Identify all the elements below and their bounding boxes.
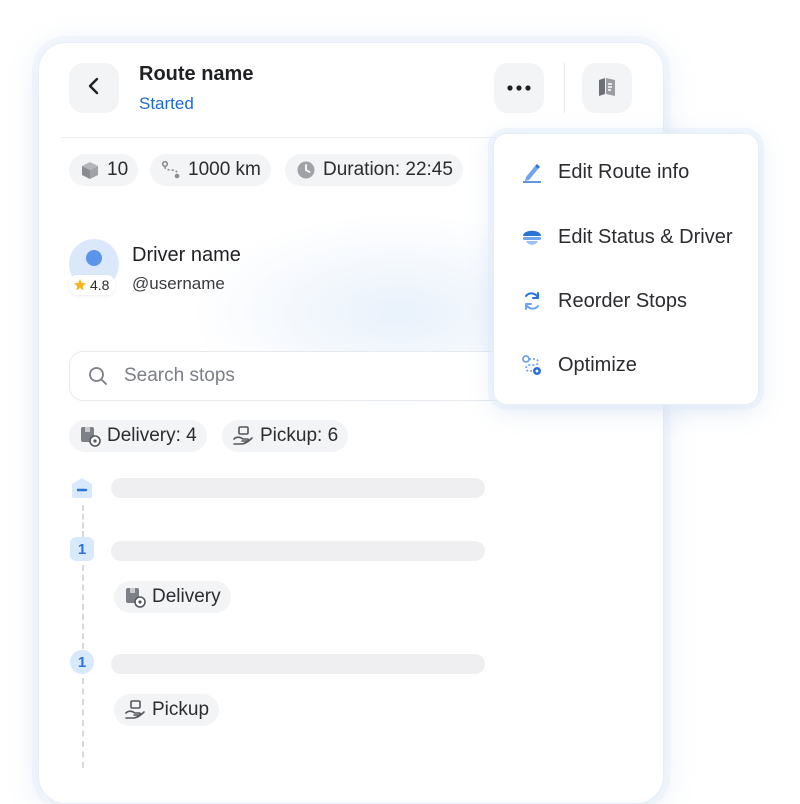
driver-rating: 4.8 [69,275,116,295]
menu-item-label: Optimize [558,353,637,376]
driver-username: @username [132,274,225,293]
delivery-box-icon [124,586,146,608]
stop-number-badge: 1 [70,650,94,674]
delivery-filter-chip[interactable]: Delivery: 4 [69,420,207,452]
route-optimize-icon [520,353,544,377]
header-divider [564,63,565,113]
duration-chip: Duration: 22:45 [285,154,463,186]
chevron-left-icon [84,76,104,101]
map-button[interactable] [582,63,632,113]
timeline-connector [82,678,84,768]
pickup-filter-label: Pickup: 6 [260,425,339,446]
menu-item-label: Edit Route info [558,160,690,183]
stop-type-label: Delivery [152,586,221,607]
clock-icon [295,159,317,181]
more-button[interactable] [494,63,544,113]
driver-cap-icon [520,225,544,249]
stop-placeholder-bar [111,541,485,561]
back-button[interactable] [69,63,119,113]
packages-count: 10 [107,159,129,180]
menu-item-reorder-stops[interactable]: Reorder Stops [494,276,758,326]
menu-item-edit-status-driver[interactable]: Edit Status & Driver [494,212,758,262]
menu-item-optimize[interactable]: Optimize [494,340,758,390]
pickup-filter-chip[interactable]: Pickup: 6 [222,420,349,452]
stop-number-badge: 1 [70,537,94,561]
route-status: Started [139,94,194,113]
packages-chip: 10 [69,154,139,186]
more-horizontal-icon [506,79,532,97]
stop-placeholder-bar [111,478,485,498]
route-actions-menu: Edit Route info Edit Status & Driver Reo… [493,133,759,405]
route-title: Route name [139,63,254,85]
stop-type-chip: Delivery [114,581,231,613]
search-icon [88,366,108,391]
pickup-hand-icon [232,425,254,447]
distance-value: 1000 km [188,159,261,180]
stop-placeholder-bar [111,654,485,674]
map-book-icon [596,75,618,102]
delivery-box-icon [79,425,101,447]
timeline-connector [82,505,84,537]
start-marker [70,476,94,500]
rating-value: 4.8 [90,277,110,293]
duration-value: Duration: 22:45 [323,159,453,180]
menu-item-edit-route-info[interactable]: Edit Route info [494,147,758,197]
menu-item-label: Reorder Stops [558,289,687,312]
package-icon [79,159,101,181]
delivery-filter-label: Delivery: 4 [107,425,197,446]
distance-chip: 1000 km [150,154,271,186]
pencil-icon [520,160,544,184]
pickup-hand-icon [124,699,146,721]
timeline-connector [82,565,84,649]
stop-type-chip: Pickup [114,694,220,726]
menu-item-label: Edit Status & Driver [558,225,733,248]
refresh-icon [520,289,544,313]
stop-type-label: Pickup [152,699,210,720]
driver-name: Driver name [132,244,241,266]
star-icon [73,278,87,292]
route-distance-icon [160,159,182,181]
